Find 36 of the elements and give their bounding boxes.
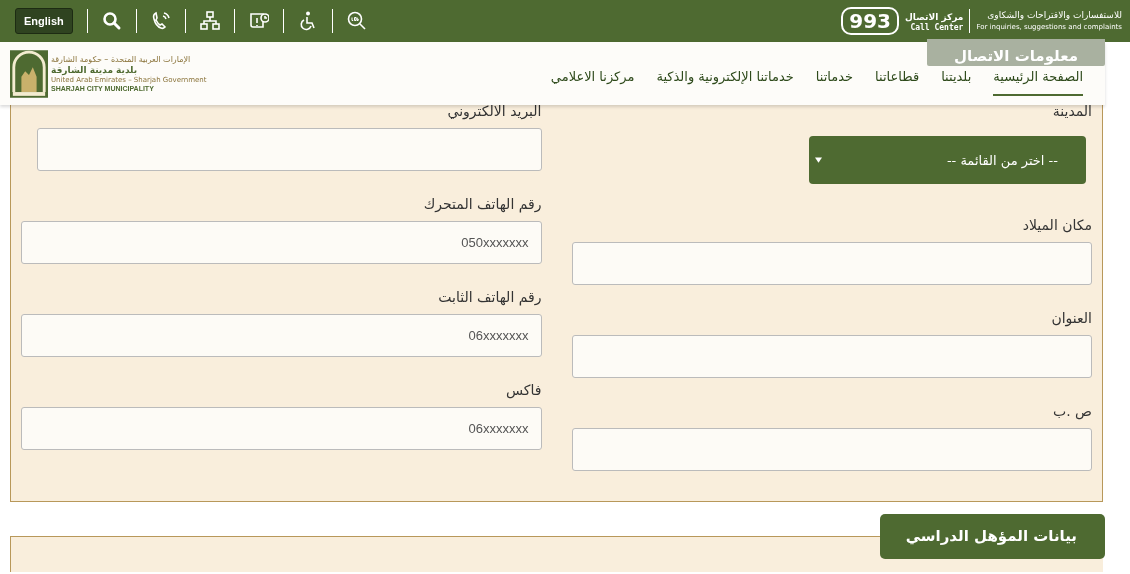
municipality-emblem-drawing bbox=[10, 48, 48, 99]
call-center-label: مركز الاتصال bbox=[905, 10, 964, 23]
dropdown-select[interactable]: -- اختر من القائمة -- bbox=[809, 136, 1086, 184]
input-field[interactable] bbox=[571, 428, 1092, 471]
field-label: رقم الهاتف المتحرك bbox=[422, 195, 542, 213]
field-label: العنوان bbox=[1050, 309, 1092, 327]
field-label: ص .ب bbox=[1052, 402, 1092, 420]
nav-link[interactable]: قطاعاتنا bbox=[875, 63, 920, 96]
job-search-icon[interactable] bbox=[346, 11, 367, 31]
logo-text: الإمارات العربية المتحدة – حكومة الشارقة bbox=[51, 55, 191, 65]
sitemap-icon[interactable] bbox=[199, 11, 220, 31]
notice-clock-icon[interactable] bbox=[248, 11, 269, 31]
input-field[interactable]: 06xxxxxxx bbox=[21, 407, 542, 450]
field-label: مكان الميلاد bbox=[1021, 216, 1092, 234]
nav-link[interactable]: خدماتنا الإلكترونية والذكية bbox=[656, 63, 794, 96]
input-field[interactable]: 050xxxxxxx bbox=[21, 221, 542, 264]
nav-link[interactable]: بلديتنا bbox=[941, 63, 972, 96]
field-label: البريد الالكتروني bbox=[446, 102, 542, 120]
nav-link[interactable]: خدماتنا bbox=[815, 63, 854, 96]
input-field[interactable]: 06xxxxxxx bbox=[21, 314, 542, 357]
input-field[interactable] bbox=[571, 335, 1092, 378]
call-center-note: للاستفسارات والاقتراحات والشكاوى bbox=[987, 9, 1122, 21]
field-label: المدينة bbox=[1051, 102, 1092, 120]
input-field[interactable] bbox=[37, 128, 542, 171]
section-tab[interactable]: بيانات المؤهل الدراسي bbox=[880, 514, 1105, 559]
logo-text: بلدية مدينة الشارقة bbox=[51, 65, 138, 75]
language-button[interactable]: English bbox=[15, 8, 73, 34]
caret-icon bbox=[815, 157, 822, 163]
call-center-number[interactable]: 993 bbox=[841, 7, 900, 35]
call-center-label: Call Center bbox=[910, 22, 964, 32]
field-label: رقم الهاتف الثابت bbox=[437, 288, 542, 306]
field-label: فاكس bbox=[505, 381, 542, 399]
nav-link[interactable]: مركزنا الاعلامي bbox=[550, 63, 635, 96]
search-icon[interactable] bbox=[101, 11, 122, 31]
input-field[interactable] bbox=[571, 242, 1092, 285]
phone-icon[interactable] bbox=[150, 11, 171, 31]
